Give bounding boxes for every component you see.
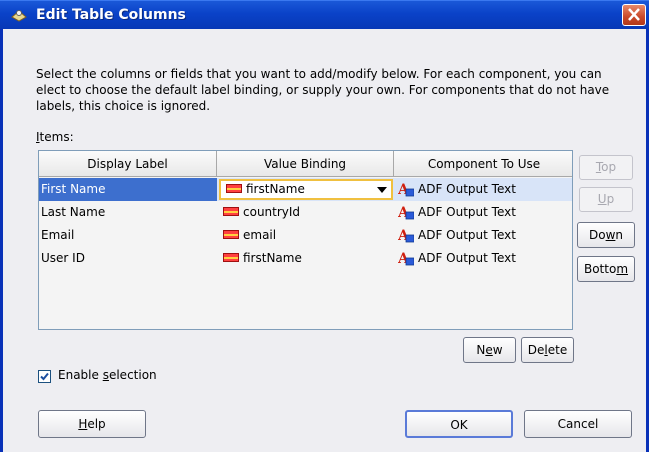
table-header: Display Label Value Binding Component To…	[39, 151, 572, 177]
window-title: Edit Table Columns	[36, 7, 186, 23]
value-binding-text: countryId	[243, 205, 301, 219]
table-row[interactable]: Email email A ADF Output Text	[39, 224, 572, 247]
binding-icon	[223, 207, 239, 216]
chevron-down-icon[interactable]	[377, 187, 387, 193]
adf-output-text-icon: A	[398, 205, 414, 220]
adf-output-text-icon: A	[398, 251, 414, 266]
component-cell[interactable]: A ADF Output Text	[394, 178, 572, 201]
title-bar: Edit Table Columns	[0, 0, 649, 29]
delete-button[interactable]: Delete	[521, 337, 574, 363]
move-up-button[interactable]: Up	[579, 187, 633, 212]
enable-selection-label[interactable]: Enable selection	[58, 368, 157, 382]
table-row[interactable]: Last Name countryId A ADF Output Text	[39, 201, 572, 224]
close-button[interactable]	[622, 4, 646, 26]
value-binding-text: email	[243, 228, 277, 242]
column-header-component[interactable]: Component To Use	[394, 151, 572, 177]
value-binding-cell[interactable]: firstName	[217, 247, 394, 270]
new-button[interactable]: New	[463, 337, 516, 363]
ok-button[interactable]: OK	[405, 410, 513, 438]
value-binding-text: firstName	[243, 251, 302, 265]
component-cell[interactable]: A ADF Output Text	[394, 201, 572, 224]
component-text: ADF Output Text	[418, 205, 516, 219]
display-label-cell[interactable]: First Name	[39, 178, 217, 201]
move-down-button[interactable]: Down	[577, 222, 635, 248]
display-label-cell[interactable]: User ID	[39, 247, 217, 270]
value-binding-text: firstName	[246, 182, 305, 196]
help-button[interactable]: Help	[38, 410, 146, 438]
move-top-button[interactable]: Top	[579, 155, 633, 180]
cancel-button[interactable]: Cancel	[524, 410, 632, 438]
close-icon	[628, 8, 640, 21]
component-text: ADF Output Text	[418, 228, 516, 242]
table-row[interactable]: User ID firstName A ADF Output Text	[39, 247, 572, 270]
binding-icon	[223, 230, 239, 239]
value-binding-cell[interactable]: email	[217, 224, 394, 247]
component-cell[interactable]: A ADF Output Text	[394, 224, 572, 247]
component-text: ADF Output Text	[418, 182, 516, 196]
instructions-text: Select the columns or fields that you wa…	[36, 67, 610, 113]
component-text: ADF Output Text	[418, 251, 516, 265]
display-label-cell[interactable]: Last Name	[39, 201, 217, 224]
column-header-value-binding[interactable]: Value Binding	[217, 151, 394, 177]
component-cell[interactable]: A ADF Output Text	[394, 247, 572, 270]
adf-output-text-icon: A	[398, 228, 414, 243]
adf-output-text-icon: A	[398, 182, 414, 197]
move-bottom-button[interactable]: Bottom	[577, 256, 635, 282]
display-label-cell[interactable]: Email	[39, 224, 217, 247]
value-binding-cell[interactable]: countryId	[217, 201, 394, 224]
items-label: Items:	[36, 130, 74, 144]
checkmark-icon	[40, 372, 49, 381]
value-binding-dropdown[interactable]: firstName	[219, 179, 393, 200]
binding-icon	[223, 253, 239, 262]
columns-table[interactable]: Display Label Value Binding Component To…	[38, 150, 573, 330]
column-header-display-label[interactable]: Display Label	[39, 151, 217, 177]
table-row[interactable]: First Name firstName A ADF Output Text	[39, 178, 572, 201]
binding-icon	[226, 184, 242, 193]
enable-selection-checkbox[interactable]	[38, 370, 51, 383]
table-edit-icon	[11, 10, 27, 22]
